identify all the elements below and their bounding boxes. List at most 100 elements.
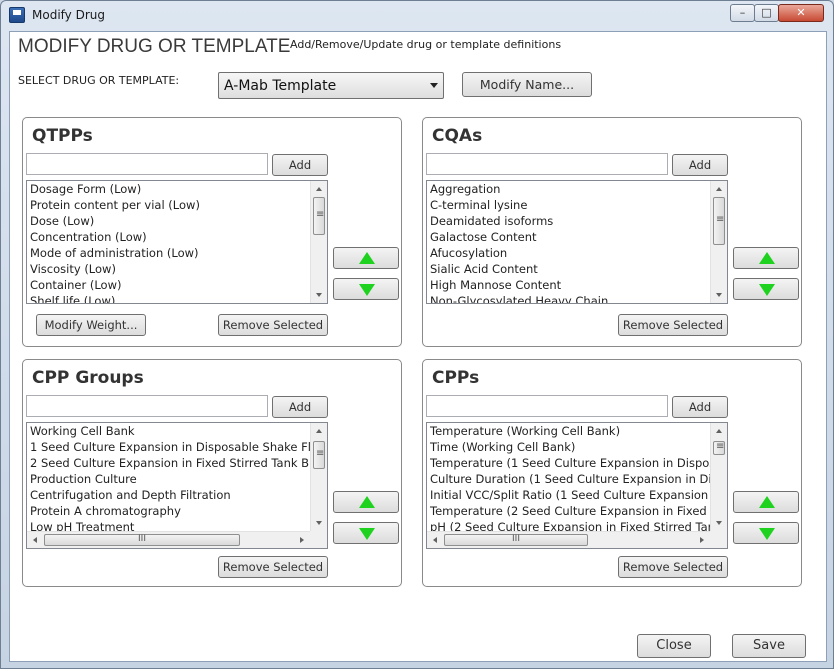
list-item[interactable]: 2 Seed Culture Expansion in Fixed Stirre…	[27, 455, 327, 471]
cpp-group-vscrollbar[interactable]	[310, 423, 327, 531]
scroll-thumb[interactable]	[313, 441, 325, 469]
qtpp-remove-selected-button[interactable]: Remove Selected	[218, 314, 328, 336]
cpp-vscrollbar[interactable]	[710, 423, 727, 531]
list-item[interactable]: Dose (Low)	[27, 213, 327, 229]
list-item[interactable]: Initial VCC/Split Ratio (1 Seed Culture …	[427, 487, 727, 503]
list-item[interactable]: Temperature (2 Seed Culture Expansion in…	[427, 503, 727, 519]
drug-template-dropdown[interactable]: A-Mab Template	[218, 72, 444, 99]
up-arrow-icon	[359, 496, 375, 508]
scroll-up-icon[interactable]	[716, 429, 722, 433]
scroll-left-icon[interactable]	[33, 537, 37, 543]
qtpp-move-up-button[interactable]	[333, 247, 399, 269]
cpp-group-list[interactable]: Working Cell Bank 1 Seed Culture Expansio…	[26, 422, 328, 549]
scroll-thumb[interactable]	[713, 197, 725, 245]
down-arrow-icon	[759, 528, 775, 540]
cpp-input[interactable]	[426, 395, 668, 417]
scroll-up-icon[interactable]	[316, 429, 322, 433]
list-item[interactable]: Afucosylation	[427, 245, 727, 261]
list-item[interactable]: Culture Duration (1 Seed Culture Expansi…	[427, 471, 727, 487]
list-item[interactable]: Sialic Acid Content	[427, 261, 727, 277]
scroll-right-icon[interactable]	[300, 537, 304, 543]
down-arrow-icon	[359, 284, 375, 296]
list-item[interactable]: Protein A chromatography	[27, 503, 327, 519]
scroll-down-icon[interactable]	[316, 293, 322, 297]
list-item[interactable]: Aggregation	[427, 181, 727, 197]
scroll-thumb[interactable]: III	[444, 534, 588, 546]
list-item[interactable]: Working Cell Bank	[27, 423, 327, 439]
qtpp-list[interactable]: Dosage Form (Low) Protein content per via…	[26, 180, 328, 304]
qtpps-panel: QTPPs Add Dosage Form (Low) Protein conte…	[22, 117, 402, 347]
cpp-add-button[interactable]: Add	[672, 396, 728, 418]
close-window-button[interactable]: ✕	[778, 4, 824, 22]
minimize-button[interactable]: –	[730, 4, 755, 22]
up-arrow-icon	[759, 496, 775, 508]
list-item[interactable]: Temperature (1 Seed Culture Expansion in…	[427, 455, 727, 471]
list-item[interactable]: Non-Glycosylated Heavy Chain	[427, 293, 727, 303]
scroll-up-icon[interactable]	[716, 187, 722, 191]
list-item[interactable]: Container (Low)	[27, 277, 327, 293]
cpp-move-down-button[interactable]	[733, 522, 799, 544]
cpp-move-up-button[interactable]	[733, 491, 799, 513]
cpp-remove-selected-button[interactable]: Remove Selected	[618, 556, 728, 578]
app-save-icon	[9, 7, 25, 23]
cqa-remove-selected-button[interactable]: Remove Selected	[618, 314, 728, 336]
list-item[interactable]: Shelf life (Low)	[27, 293, 327, 303]
scroll-down-icon[interactable]	[316, 521, 322, 525]
scroll-down-icon[interactable]	[716, 293, 722, 297]
list-item[interactable]: Viscosity (Low)	[27, 261, 327, 277]
cqa-vscrollbar[interactable]	[710, 181, 727, 303]
scroll-up-icon[interactable]	[316, 187, 322, 191]
cpp-group-input[interactable]	[26, 395, 268, 417]
close-button[interactable]: Close	[637, 634, 711, 658]
scroll-thumb[interactable]	[313, 197, 325, 235]
cpp-group-hscrollbar[interactable]: III	[27, 531, 310, 548]
scroll-thumb[interactable]	[713, 441, 725, 455]
scroll-right-icon[interactable]	[700, 537, 704, 543]
list-item[interactable]: Protein content per vial (Low)	[27, 197, 327, 213]
save-button[interactable]: Save	[732, 634, 806, 658]
chevron-down-icon	[430, 83, 438, 88]
cpp-group-remove-selected-button[interactable]: Remove Selected	[218, 556, 328, 578]
scroll-down-icon[interactable]	[716, 521, 722, 525]
scroll-corner	[310, 531, 327, 548]
maximize-button[interactable]: □	[754, 4, 779, 22]
list-item[interactable]: Dosage Form (Low)	[27, 181, 327, 197]
list-item[interactable]: Galactose Content	[427, 229, 727, 245]
cpp-group-move-up-button[interactable]	[333, 491, 399, 513]
cqa-move-up-button[interactable]	[733, 247, 799, 269]
scroll-corner	[710, 531, 727, 548]
qtpp-add-button[interactable]: Add	[272, 154, 328, 176]
scroll-thumb[interactable]: III	[44, 534, 240, 546]
modify-name-button[interactable]: Modify Name...	[462, 72, 592, 97]
list-item[interactable]: Temperature (Working Cell Bank)	[427, 423, 727, 439]
cqa-move-down-button[interactable]	[733, 278, 799, 300]
cqa-input[interactable]	[426, 153, 668, 175]
page-subtitle: Add/Remove/Update drug or template defin…	[290, 38, 562, 51]
title-bar[interactable]: Modify Drug – □ ✕	[1, 1, 833, 29]
list-item[interactable]: Production Culture	[27, 471, 327, 487]
qtpp-move-down-button[interactable]	[333, 278, 399, 300]
list-item[interactable]: 1 Seed Culture Expansion in Disposable S…	[27, 439, 327, 455]
qtpp-vscrollbar[interactable]	[310, 181, 327, 303]
select-drug-label: SELECT DRUG OR TEMPLATE:	[18, 74, 180, 87]
list-item[interactable]: Concentration (Low)	[27, 229, 327, 245]
cpp-group-move-down-button[interactable]	[333, 522, 399, 544]
cqa-list[interactable]: Aggregation C-terminal lysine Deamidated i…	[426, 180, 728, 304]
cpp-group-add-button[interactable]: Add	[272, 396, 328, 418]
up-arrow-icon	[359, 252, 375, 264]
cqa-add-button[interactable]: Add	[672, 154, 728, 176]
list-item[interactable]: Centrifugation and Depth Filtration	[27, 487, 327, 503]
list-item[interactable]: C-terminal lysine	[427, 197, 727, 213]
list-item[interactable]: Mode of administration (Low)	[27, 245, 327, 261]
down-arrow-icon	[759, 284, 775, 296]
scroll-left-icon[interactable]	[433, 537, 437, 543]
cpp-hscrollbar[interactable]: III	[427, 531, 710, 548]
dropdown-selected-value: A-Mab Template	[224, 78, 337, 94]
list-item[interactable]: Time (Working Cell Bank)	[427, 439, 727, 455]
list-item[interactable]: Deamidated isoforms	[427, 213, 727, 229]
list-item[interactable]: High Mannose Content	[427, 277, 727, 293]
page-title: MODIFY DRUG OR TEMPLATE	[18, 36, 291, 57]
qtpp-input[interactable]	[26, 153, 268, 175]
modify-weight-button[interactable]: Modify Weight...	[36, 314, 146, 336]
cpp-list[interactable]: Temperature (Working Cell Bank) Time (Wor…	[426, 422, 728, 549]
